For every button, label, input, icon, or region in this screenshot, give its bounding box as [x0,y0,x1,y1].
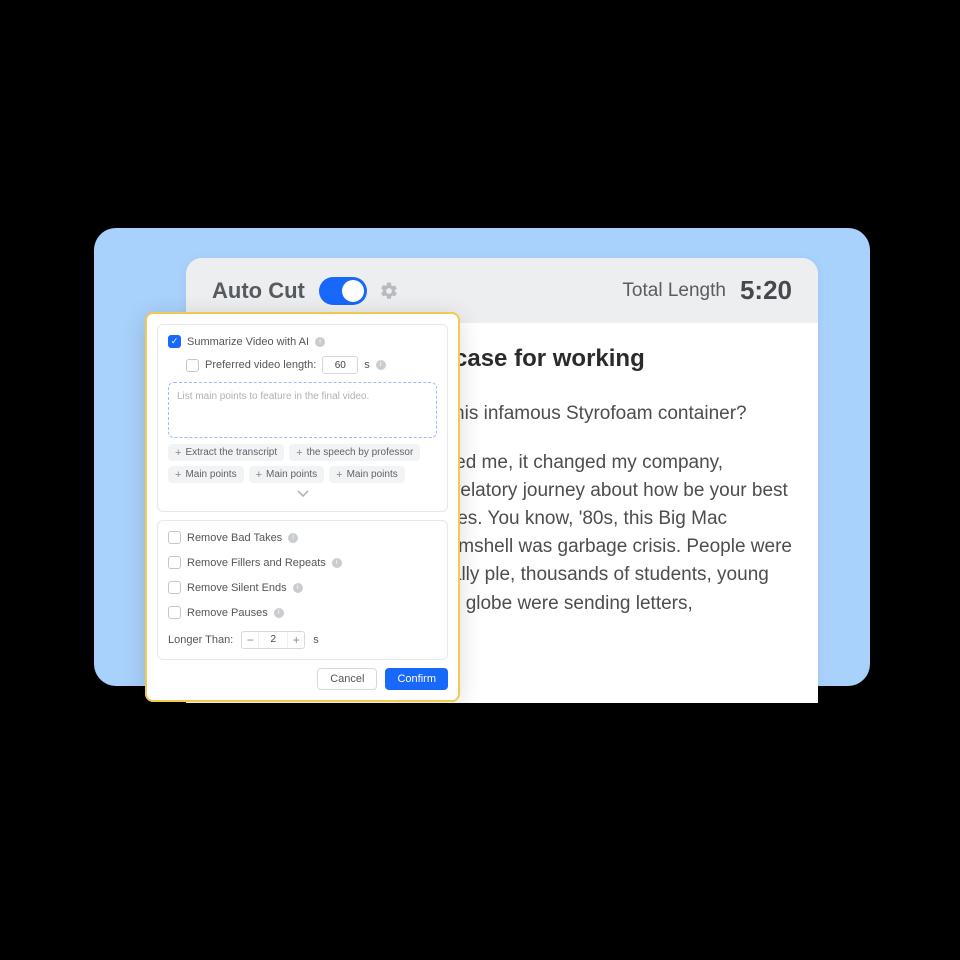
longer-than-stepper: − 2 + [241,631,305,649]
remove-bad-takes-label: Remove Bad Takes [187,532,282,544]
auto-cut-title: Auto Cut [212,278,305,304]
preferred-length-input[interactable] [322,356,358,374]
chip-label: Main points [266,469,317,480]
chip-label: the speech by professor [307,447,414,458]
plus-icon: + [256,470,262,480]
longer-than-unit: s [313,634,319,646]
transcript-body: nged me, it changed my company, revelato… [434,449,792,618]
info-icon[interactable]: i [288,533,298,543]
chip[interactable]: + Extract the transcript [168,444,284,461]
longer-than-label: Longer Than: [168,634,233,646]
auto-cut-settings-popup: Summarize Video with AI i Preferred vide… [145,312,460,702]
plus-icon: + [175,448,181,458]
total-length-label: Total Length [622,280,726,302]
info-icon[interactable]: i [274,608,284,618]
stepper-minus[interactable]: − [242,632,258,648]
popup-footer: Cancel Confirm [147,660,458,700]
plus-icon: + [296,448,302,458]
info-icon[interactable]: i [332,558,342,568]
preferred-length-unit: s [364,359,370,371]
remove-silent-ends-label: Remove Silent Ends [187,582,287,594]
summarize-checkbox[interactable] [168,335,181,348]
chip[interactable]: + Main points [329,466,405,483]
options-card: Remove Bad Takes i Remove Fillers and Re… [157,520,448,660]
transcript-heading: s case for working [434,345,792,373]
remove-fillers-label: Remove Fillers and Repeats [187,557,326,569]
transcript-question: s this infamous Styrofoam container? [434,403,792,425]
prompt-placeholder: List main points to feature in the final… [177,391,369,402]
summarize-card: Summarize Video with AI i Preferred vide… [157,324,448,512]
confirm-button[interactable]: Confirm [385,668,448,690]
remove-bad-takes-checkbox[interactable] [168,531,181,544]
chip-label: Extract the transcript [185,447,277,458]
remove-fillers-checkbox[interactable] [168,556,181,569]
plus-icon: + [175,470,181,480]
remove-pauses-label: Remove Pauses [187,607,268,619]
preferred-length-checkbox[interactable] [186,359,199,372]
chip-label: Main points [347,469,398,480]
chevron-down-icon[interactable] [296,488,310,501]
suggestion-chips: + Extract the transcript + the speech by p… [168,444,437,501]
info-icon[interactable]: i [315,337,325,347]
chip[interactable]: + Main points [249,466,325,483]
total-length-value: 5:20 [740,275,792,306]
remove-silent-ends-checkbox[interactable] [168,581,181,594]
stepper-plus[interactable]: + [288,632,304,648]
plus-icon: + [336,470,342,480]
chip[interactable]: + Main points [168,466,244,483]
preferred-length-label: Preferred video length: [205,359,316,371]
remove-pauses-checkbox[interactable] [168,606,181,619]
prompt-textarea[interactable]: List main points to feature in the final… [168,382,437,438]
summarize-label: Summarize Video with AI [187,336,309,348]
longer-than-value: 2 [258,632,288,648]
gear-icon[interactable] [379,281,399,301]
auto-cut-toggle[interactable] [319,277,367,305]
chip-label: Main points [185,469,236,480]
info-icon[interactable]: i [376,360,386,370]
chip[interactable]: + the speech by professor [289,444,420,461]
info-icon[interactable]: i [293,583,303,593]
cancel-button[interactable]: Cancel [317,668,377,690]
